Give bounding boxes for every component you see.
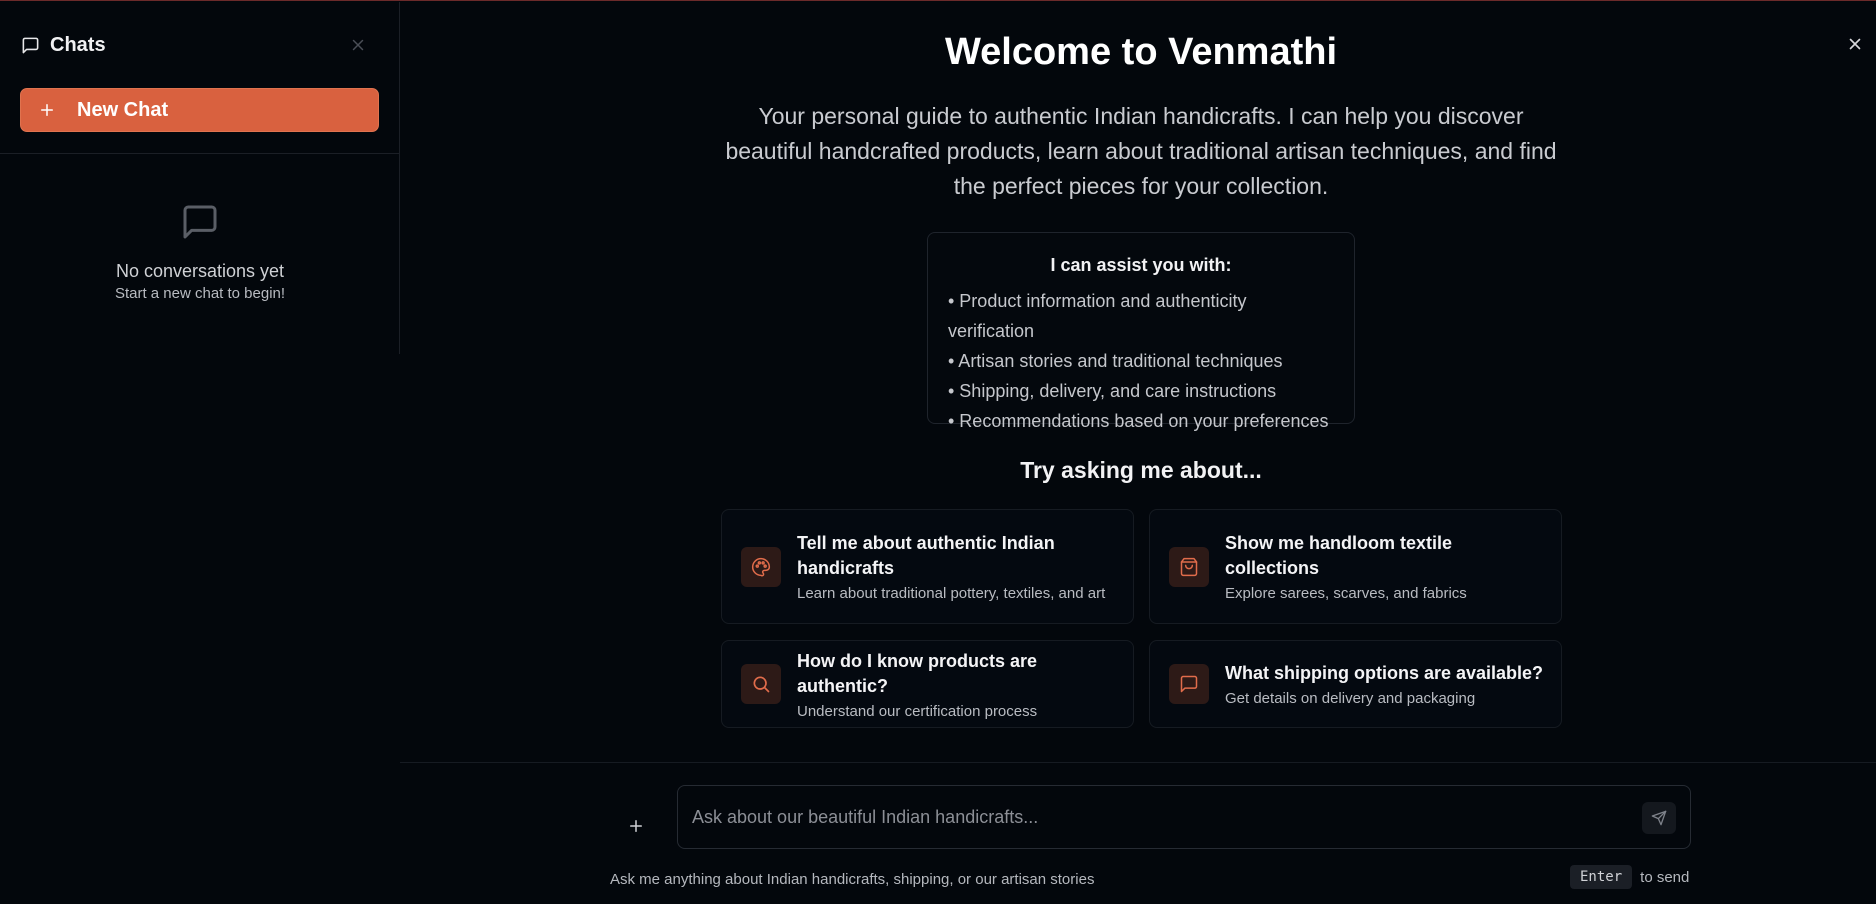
palette-icon [751,557,771,576]
enter-suffix: to send [1640,868,1690,886]
empty-title: No conversations yet [115,261,285,281]
assist-item: • Recommendations based on your preferen… [948,411,1329,431]
suggestion-card-handloom[interactable]: Show me handloom textile collections Exp… [1149,509,1562,624]
send-icon [1651,810,1667,826]
suggestion-icon-box [1169,664,1209,704]
suggestion-icon-box [1169,546,1209,587]
new-chat-button[interactable]: New Chat [20,88,379,132]
assist-item: • Product information and authenticity v… [948,291,1247,341]
suggestion-icon-box [741,664,781,704]
suggestion-subtitle: Learn about traditional pottery, textile… [797,585,1106,602]
suggestion-icon-box [741,546,781,587]
composer-divider [400,762,1876,763]
suggestion-card-authenticity[interactable]: How do I know products are authentic? Un… [721,640,1134,728]
message-icon [1180,675,1198,693]
intro-text: Your personal guide to authentic Indian … [725,103,1557,199]
composer [677,785,1691,849]
empty-subtitle: Start a new chat to begin! [114,285,286,302]
suggestion-title: Show me handloom textile collections [1225,533,1453,578]
suggestion-texts: How do I know products are authentic? Un… [797,649,1121,720]
suggestion-title: What shipping options are available? [1225,663,1544,683]
enter-key: Enter [1570,865,1633,889]
chat-sidebar: Chats New Chat No conversations yet Star… [0,2,400,354]
suggestion-texts: What shipping options are available? Get… [1225,661,1549,707]
shopping-bag-icon [1180,557,1198,576]
search-icon [753,676,770,693]
assist-title: I can assist you with: [1050,255,1232,275]
chat-input[interactable] [692,786,1632,848]
suggestion-subtitle: Get details on delivery and packaging [1225,690,1476,707]
send-button[interactable] [1642,802,1676,834]
suggestion-card-shipping[interactable]: What shipping options are available? Get… [1149,640,1562,728]
suggestion-subtitle: Understand our certification process [797,702,1038,720]
suggestion-title: How do I know products are authentic? [797,650,1038,696]
composer-hint: Ask me anything about Indian handicrafts… [610,871,1095,888]
suggestion-texts: Show me handloom textile collections Exp… [1225,531,1549,602]
plus-icon [41,104,53,116]
suggestions-heading: Try asking me about... [1020,457,1262,483]
assist-item: • Artisan stories and traditional techni… [948,351,1283,371]
new-chat-label: New Chat [77,98,169,121]
sidebar-title: Chats [21,34,106,57]
assist-item: • Shipping, delivery, and care instructi… [948,381,1277,401]
close-sidebar-icon[interactable] [349,36,367,54]
assist-list: • Product information and authenticity v… [948,286,1334,436]
message-icon [183,205,217,239]
suggestion-subtitle: Explore sarees, scarves, and fabrics [1225,585,1467,602]
page-title: Welcome to Venmathi [944,31,1338,73]
suggestion-card-handicrafts[interactable]: Tell me about authentic Indian handicraf… [721,509,1134,624]
suggestion-title: Tell me about authentic Indian handicraf… [797,533,1055,578]
plus-icon[interactable] [627,817,645,835]
empty-conversations: No conversations yet Start a new chat to… [0,202,400,302]
enter-hint: Enter to send [1570,865,1689,889]
message-icon [22,37,39,54]
suggestion-texts: Tell me about authentic Indian handicraf… [797,531,1121,602]
sidebar-header: Chats New Chat [0,2,399,154]
assist-panel: I can assist you with: • Product informa… [927,232,1355,431]
sidebar-title-label: Chats [50,34,106,56]
